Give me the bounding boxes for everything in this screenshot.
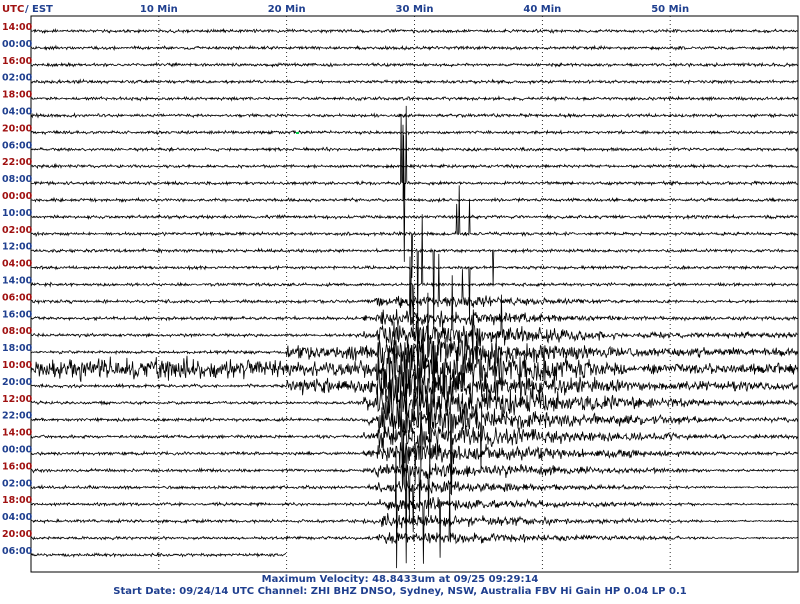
est-row-label: 04:00 [2,512,33,523]
est-row-label: 06:00 [2,140,33,151]
utc-row-label: 10:00 [2,360,33,371]
est-row-label: 08:00 [2,174,33,185]
utc-row-label: 12:00 [2,394,33,405]
est-row-label: 12:00 [2,242,33,253]
minute-tick-label: 10 Min [140,4,178,15]
utc-row-label: 00:00 [2,191,33,202]
utc-row-label: 14:00 [2,428,33,439]
utc-row-label: 16:00 [2,56,33,67]
minute-tick-label: 40 Min [523,4,561,15]
est-row-label: 06:00 [2,546,33,557]
marker-dot [296,132,299,134]
minute-tick-label: 30 Min [396,4,434,15]
est-row-label: 00:00 [2,445,33,456]
minute-tick-label: 20 Min [268,4,306,15]
utc-row-label: 14:00 [2,22,33,33]
est-row-label: 14:00 [2,276,33,287]
station-info-text: Start Date: 09/24/14 UTC Channel: ZHI BH… [113,586,687,597]
est-row-label: 10:00 [2,208,33,219]
est-header-label: EST [32,4,53,15]
utc-row-label: 02:00 [2,225,33,236]
seismogram-svg: UTC / EST 10 Min 20 Min 30 Min 40 Min 50 Min… [0,0,800,600]
utc-row-label: 20:00 [2,123,33,134]
est-row-label: 00:00 [2,39,33,50]
est-row-label: 16:00 [2,309,33,320]
utc-row-label: 08:00 [2,326,33,337]
est-row-label: 02:00 [2,478,33,489]
est-row-label: 04:00 [2,107,33,118]
utc-row-label: 20:00 [2,529,33,540]
utc-est-separator: / [25,4,29,15]
est-row-label: 20:00 [2,377,33,388]
minute-tick-label: 50 Min [651,4,689,15]
est-row-label: 18:00 [2,343,33,354]
utc-row-label: 04:00 [2,259,33,270]
max-velocity-text: Maximum Velocity: 48.8433um at 09/25 09:… [261,574,539,585]
utc-row-label: 06:00 [2,292,33,303]
utc-row-label: 16:00 [2,461,33,472]
utc-header-label: UTC [2,4,24,15]
utc-row-label: 22:00 [2,157,33,168]
utc-row-label: 18:00 [2,495,33,506]
seismogram-chart: UTC / EST 10 Min 20 Min 30 Min 40 Min 50 Min… [0,0,800,600]
est-row-label: 22:00 [2,411,33,422]
est-row-label: 02:00 [2,73,33,84]
utc-row-label: 18:00 [2,90,33,101]
